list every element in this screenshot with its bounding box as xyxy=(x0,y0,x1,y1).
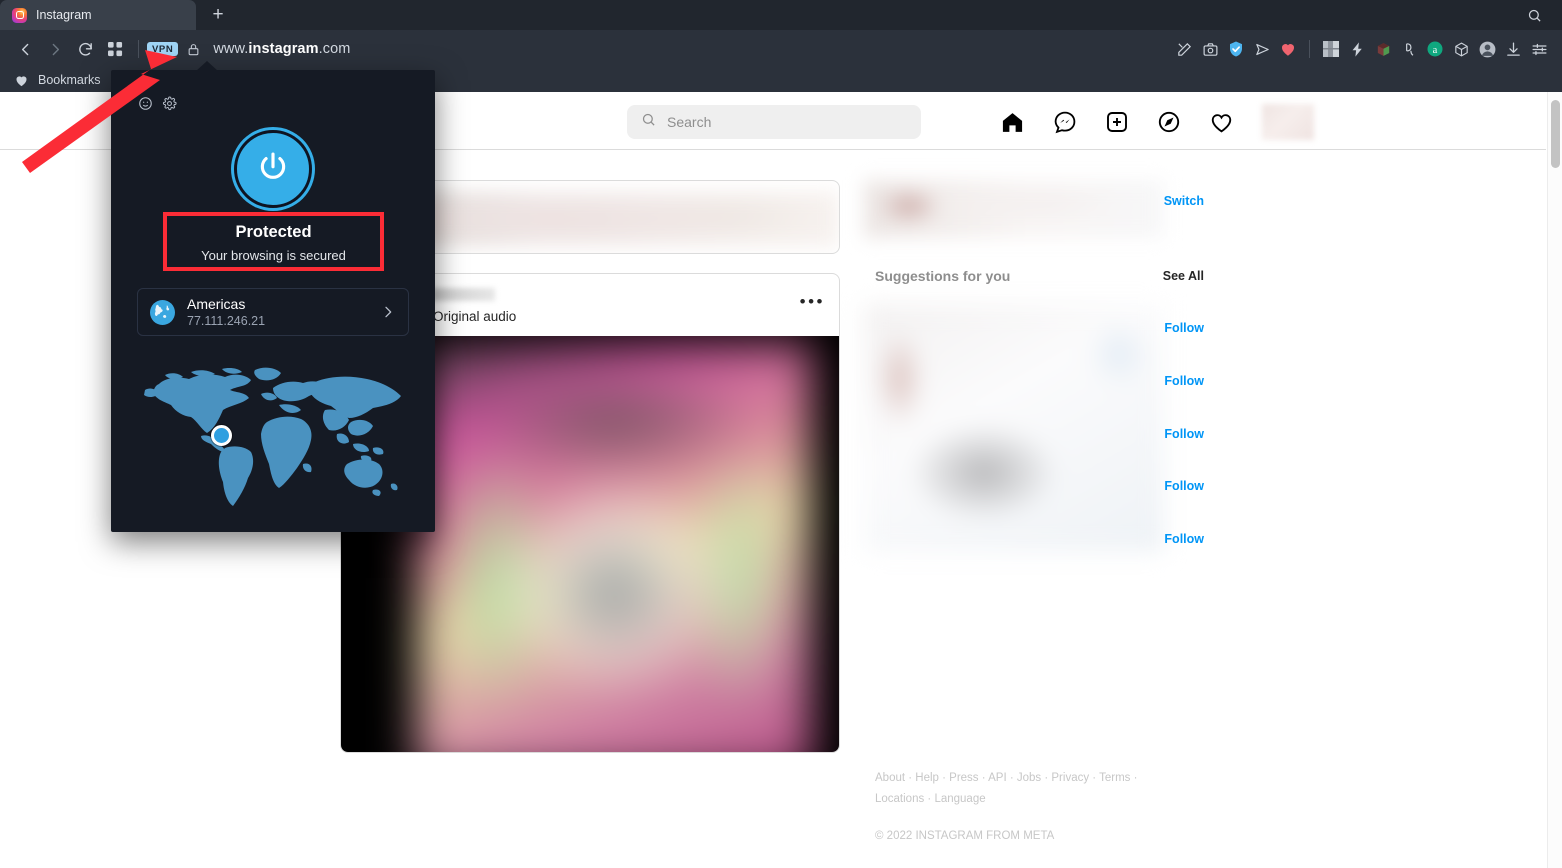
back-button[interactable] xyxy=(10,34,40,64)
chevron-right-icon xyxy=(380,304,396,320)
tab-overview-button[interactable] xyxy=(100,34,130,64)
heart-icon xyxy=(14,73,29,88)
instagram-sidebar: Switch Suggestions for you See All Follo… xyxy=(864,180,1204,842)
page-scrollbar[interactable] xyxy=(1547,92,1562,868)
svg-text:a: a xyxy=(1433,45,1438,56)
avatar[interactable] xyxy=(1262,104,1314,140)
search-icon[interactable] xyxy=(1516,0,1552,30)
follow-button[interactable]: Follow xyxy=(1164,532,1204,546)
vpn-popup: Protected Your browsing is secured Ameri… xyxy=(111,70,435,532)
camera-icon[interactable] xyxy=(1197,34,1223,64)
url-prefix: www. xyxy=(213,41,249,57)
new-tab-button[interactable]: + xyxy=(196,0,240,30)
edit-pin-icon[interactable] xyxy=(1171,34,1197,64)
footer-copyright: © 2022 INSTAGRAM FROM META xyxy=(875,830,1055,842)
home-icon[interactable] xyxy=(1000,110,1025,135)
crypto-icon[interactable] xyxy=(1396,34,1422,64)
explore-icon[interactable] xyxy=(1157,110,1181,134)
suggestions-blurred-content xyxy=(864,304,1164,552)
sidebar-footer: About · Help · Press · API · Jobs · Priv… xyxy=(875,768,1195,842)
browser-tab-instagram[interactable]: Instagram xyxy=(0,0,196,30)
follow-button[interactable]: Follow xyxy=(1164,374,1204,388)
browser-titlebar: Instagram + xyxy=(0,0,1562,30)
account-blurred-info xyxy=(864,180,1164,238)
suggestions-list: Follow Follow Follow Follow Follow xyxy=(864,304,1204,556)
vpn-region-selector[interactable]: Americas 77.111.246.21 xyxy=(137,288,409,336)
instagram-icon xyxy=(12,7,27,23)
profile-icon[interactable] xyxy=(1474,34,1500,64)
more-options-icon[interactable]: ••• xyxy=(800,293,825,310)
power-icon xyxy=(255,149,291,190)
gear-icon[interactable] xyxy=(162,96,177,111)
vpn-popup-header-icons xyxy=(138,96,177,111)
post-image-blurred xyxy=(417,344,811,752)
see-all-button[interactable]: See All xyxy=(1163,269,1204,283)
toolbar-divider-2 xyxy=(1309,40,1310,58)
location-dot-icon xyxy=(211,425,232,446)
send-icon[interactable] xyxy=(1249,34,1275,64)
vpn-status-subtitle: Your browsing is secured xyxy=(201,248,346,263)
search-placeholder: Search xyxy=(667,114,712,130)
forward-button[interactable] xyxy=(40,34,70,64)
globe-icon xyxy=(150,299,175,325)
suggestions-header: Suggestions for you See All xyxy=(864,268,1204,298)
vpn-status-title: Protected xyxy=(235,223,312,241)
amazon-icon[interactable]: a xyxy=(1422,34,1448,64)
follow-button[interactable]: Follow xyxy=(1164,321,1204,335)
current-account-row: Switch xyxy=(864,180,1204,242)
browser-tab-title: Instagram xyxy=(36,8,92,22)
cube-icon[interactable] xyxy=(1370,34,1396,64)
vpn-region-name: Americas xyxy=(187,295,246,312)
world-map xyxy=(129,360,417,520)
browser-window: Instagram + VPN www.instagram.com a Book… xyxy=(0,0,1562,868)
settings-sliders-icon[interactable] xyxy=(1526,34,1552,64)
lightning-icon[interactable] xyxy=(1344,34,1370,64)
vpn-region-ip: 77.111.246.21 xyxy=(187,313,266,328)
lock-icon[interactable] xyxy=(187,42,200,57)
address-bar[interactable]: www.instagram.com xyxy=(213,41,350,57)
messenger-icon[interactable] xyxy=(1053,110,1077,134)
extensions-toolbar: a xyxy=(1171,34,1552,64)
url-domain: instagram xyxy=(248,41,319,57)
scrollbar-thumb[interactable] xyxy=(1551,100,1560,168)
vpn-power-button-wrap xyxy=(111,130,435,208)
heart-icon[interactable] xyxy=(1275,34,1301,64)
suggestions-title: Suggestions for you xyxy=(875,268,1011,284)
url-suffix: .com xyxy=(318,41,351,57)
bookmarks-label[interactable]: Bookmarks xyxy=(38,73,101,87)
follow-button[interactable]: Follow xyxy=(1164,427,1204,441)
instagram-nav-icons xyxy=(1000,104,1314,140)
reload-button[interactable] xyxy=(70,34,100,64)
vpn-popup-pointer xyxy=(196,61,218,71)
footer-links-line2[interactable]: Locations · Language xyxy=(875,789,1195,810)
browser-toolbar: VPN www.instagram.com a xyxy=(0,30,1562,68)
toolbar-divider xyxy=(138,40,139,58)
vpn-status-highlight: Protected Your browsing is secured xyxy=(163,212,384,271)
new-post-icon[interactable] xyxy=(1105,110,1129,134)
search-input[interactable]: Search xyxy=(627,105,921,139)
box-icon[interactable] xyxy=(1448,34,1474,64)
activity-heart-icon[interactable] xyxy=(1209,110,1234,135)
vpn-badge[interactable]: VPN xyxy=(147,41,179,57)
follow-button[interactable]: Follow xyxy=(1164,479,1204,493)
search-icon xyxy=(641,112,656,132)
download-icon[interactable] xyxy=(1500,34,1526,64)
shield-check-icon[interactable] xyxy=(1223,34,1249,64)
smiley-icon[interactable] xyxy=(138,96,153,111)
grid-blur-icon[interactable] xyxy=(1318,34,1344,64)
world-map-svg xyxy=(144,367,401,506)
switch-account-button[interactable]: Switch xyxy=(1164,194,1204,208)
vpn-region-text: Americas 77.111.246.21 xyxy=(187,296,265,329)
vpn-power-button[interactable] xyxy=(234,130,312,208)
footer-links-line1[interactable]: About · Help · Press · API · Jobs · Priv… xyxy=(875,768,1195,789)
